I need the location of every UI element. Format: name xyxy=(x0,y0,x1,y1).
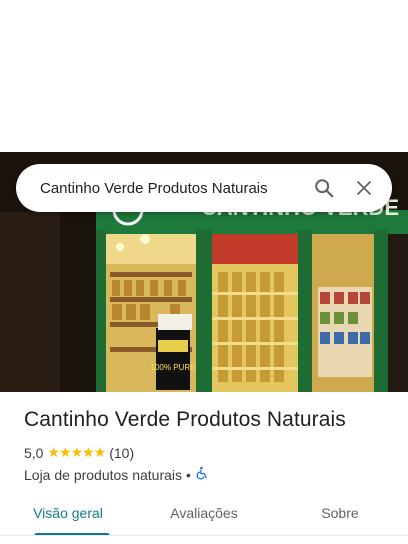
search-bar[interactable]: Cantinho Verde Produtos Naturais xyxy=(16,164,392,212)
review-count[interactable]: (10) xyxy=(109,445,134,461)
search-input[interactable]: Cantinho Verde Produtos Naturais xyxy=(16,180,304,197)
rating-stars-icon: ★★★★★ xyxy=(47,444,106,460)
tab-reviews-label: Avaliações xyxy=(170,505,238,521)
tabs-divider xyxy=(0,535,408,536)
tab-overview-label: Visão geral xyxy=(33,505,103,521)
place-tabs: Visão geral Avaliações Sobre xyxy=(0,496,408,536)
tab-about-label: Sobre xyxy=(321,505,359,521)
rating-row[interactable]: 5,0 ★★★★★ (10) xyxy=(24,444,134,461)
tab-about[interactable]: Sobre xyxy=(272,496,408,536)
place-category[interactable]: Loja de produtos naturais xyxy=(24,467,182,483)
close-button[interactable] xyxy=(344,164,384,212)
search-icon xyxy=(315,179,334,198)
separator-dot: • xyxy=(186,466,191,483)
tab-reviews[interactable]: Avaliações xyxy=(136,496,272,536)
tab-overview[interactable]: Visão geral xyxy=(0,496,136,536)
category-row: Loja de produtos naturais • xyxy=(24,466,209,483)
poster-text: 100% PURE xyxy=(151,363,196,372)
close-icon xyxy=(357,181,371,195)
search-button[interactable] xyxy=(304,164,344,212)
wheelchair-icon[interactable] xyxy=(195,466,209,483)
place-title: Cantinho Verde Produtos Naturais xyxy=(24,408,346,431)
rating-value: 5,0 xyxy=(24,444,44,461)
